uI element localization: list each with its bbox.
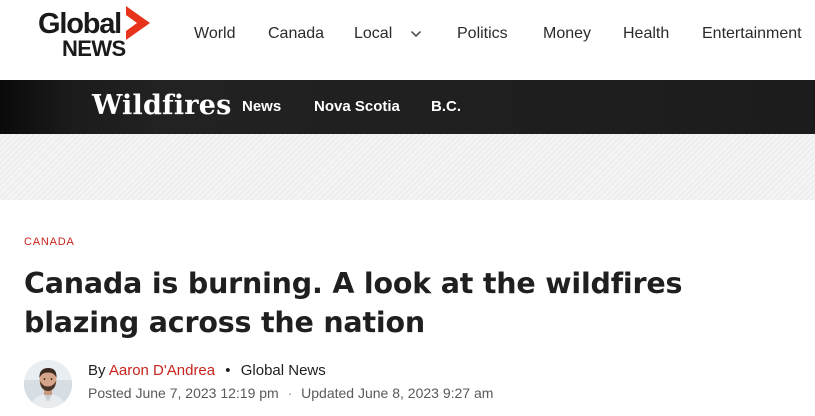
ad-placeholder xyxy=(0,134,815,200)
section-link-nova-scotia[interactable]: Nova Scotia xyxy=(314,97,400,117)
section-link-news[interactable]: News xyxy=(242,97,281,117)
article-category-kicker[interactable]: CANADA xyxy=(24,235,75,249)
site-header: Global NEWS World Canada Local Politics … xyxy=(0,0,815,80)
article-byline: By Aaron D'Andrea • Global News xyxy=(88,362,326,380)
section-link-bc[interactable]: B.C. xyxy=(431,97,461,117)
byline-outlet: Global News xyxy=(240,362,326,379)
author-photo xyxy=(24,360,72,408)
article-dates: Posted June 7, 2023 12:19 pm · Updated J… xyxy=(88,384,493,402)
author-avatar[interactable] xyxy=(24,360,72,408)
chevron-down-icon[interactable] xyxy=(408,26,424,42)
byline-prefix: By xyxy=(88,362,106,379)
article-headline: Canada is burning. A look at the wildfir… xyxy=(24,267,683,339)
section-title[interactable]: Wildfires xyxy=(92,88,232,124)
nav-item-entertainment[interactable]: Entertainment xyxy=(702,24,802,44)
section-bar: Wildfires News Nova Scotia B.C. xyxy=(0,80,815,134)
nav-item-world[interactable]: World xyxy=(194,24,236,44)
nav-item-canada[interactable]: Canada xyxy=(268,24,324,44)
nav-item-local[interactable]: Local xyxy=(354,24,392,44)
date-separator: · xyxy=(287,385,293,401)
nav-item-money[interactable]: Money xyxy=(543,24,591,44)
nav-item-politics[interactable]: Politics xyxy=(457,24,508,44)
author-link[interactable]: Aaron D'Andrea xyxy=(109,362,215,379)
nav-item-health[interactable]: Health xyxy=(623,24,669,44)
posted-date: Posted June 7, 2023 12:19 pm xyxy=(88,385,279,401)
main-nav: World Canada Local Politics Money Health… xyxy=(0,0,815,68)
byline-separator: • xyxy=(225,362,231,379)
updated-date: Updated June 8, 2023 9:27 am xyxy=(301,385,494,401)
